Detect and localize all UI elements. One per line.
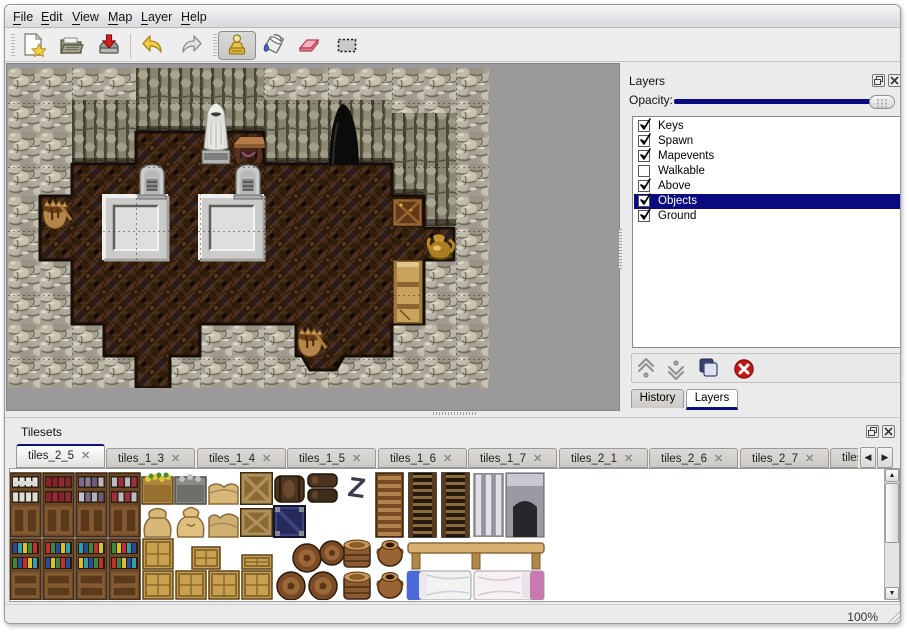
svg-text:Z: Z: [346, 471, 367, 504]
